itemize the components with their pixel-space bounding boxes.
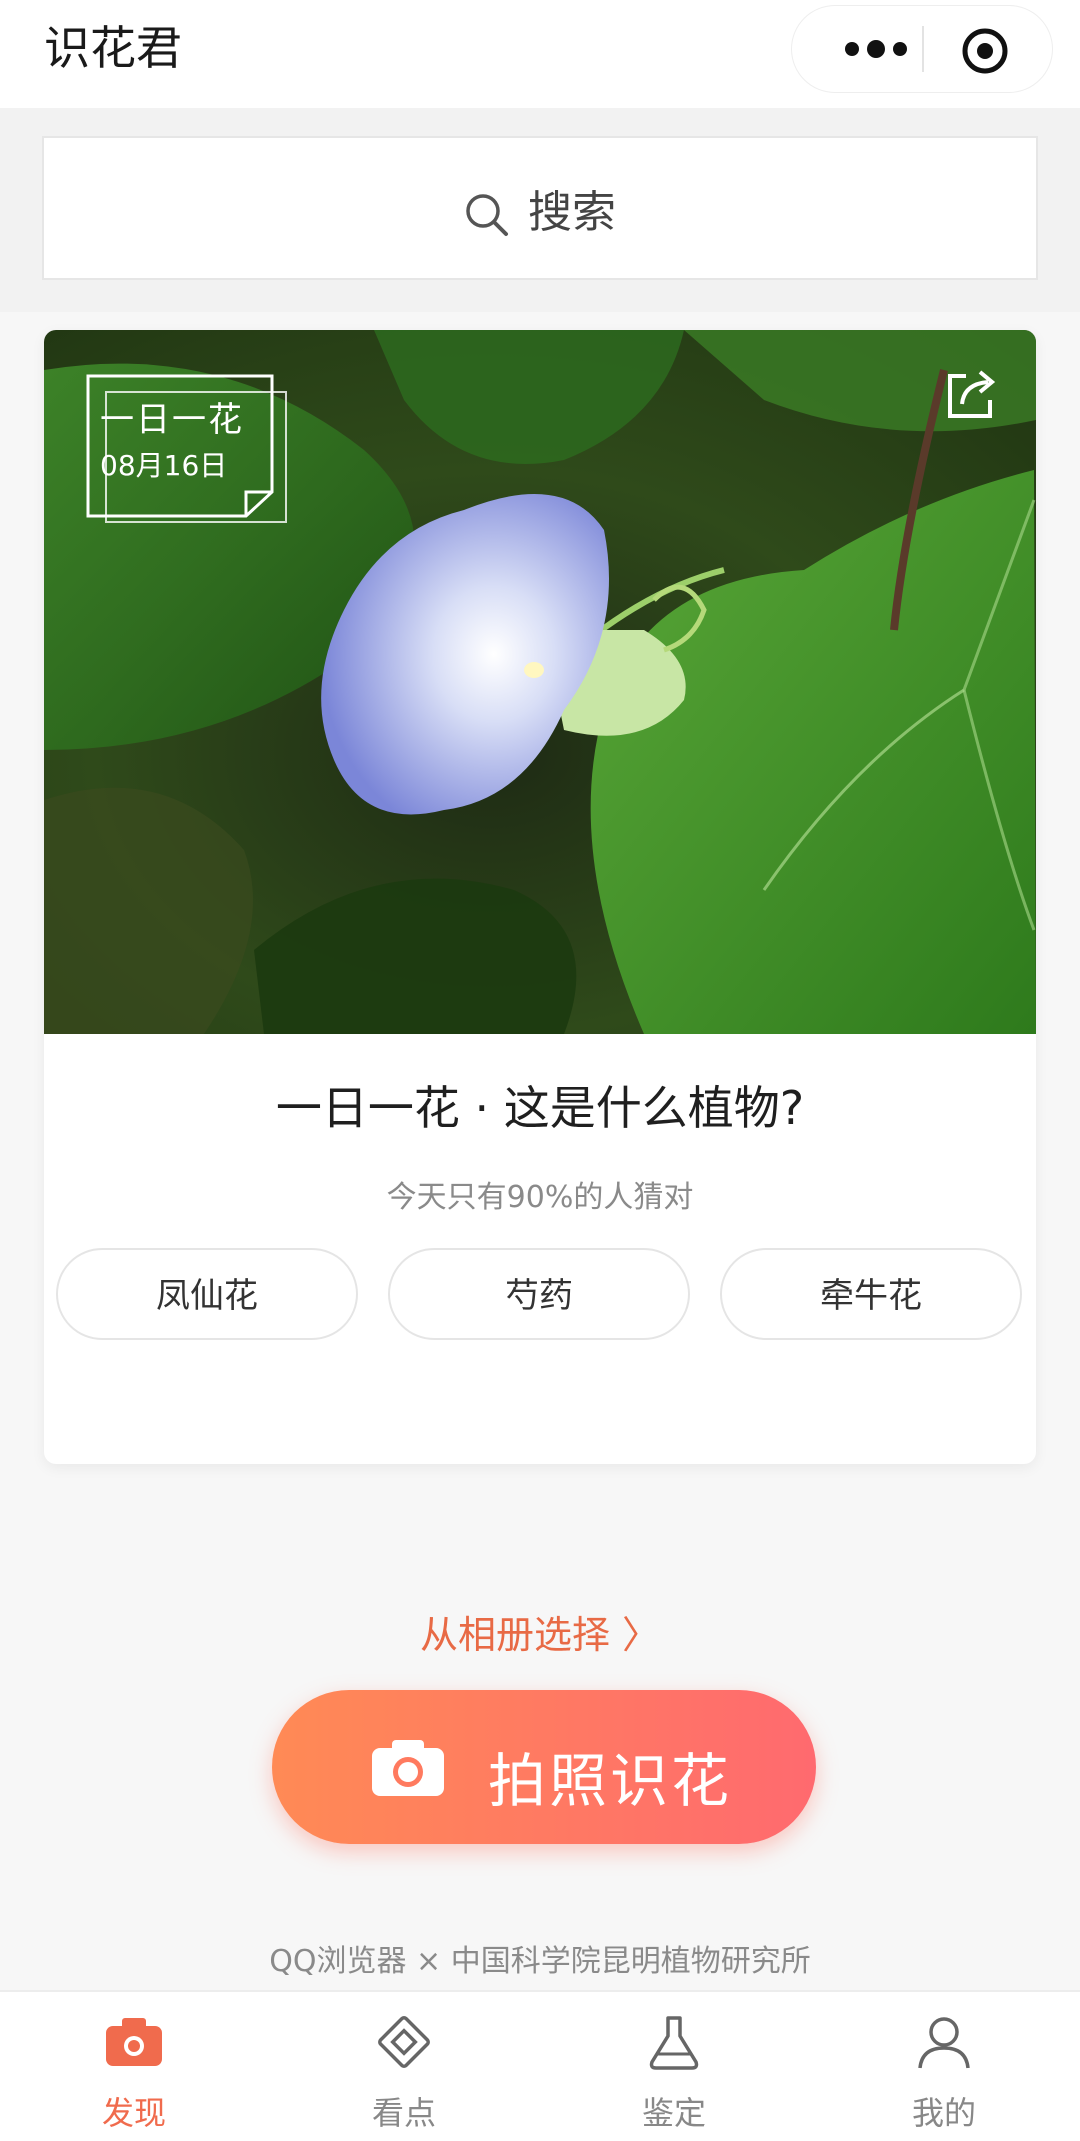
- close-target-icon[interactable]: [960, 26, 1010, 76]
- capsule-divider: [922, 26, 924, 72]
- choose-from-album-link[interactable]: 从相册选择 〉: [0, 1604, 1080, 1659]
- bottom-tab-bar: 发现 看点 鉴定 我的: [0, 1990, 1080, 2141]
- answer-options: 凤仙花 芍药 牵牛花: [56, 1248, 1024, 1346]
- tab-discover[interactable]: 发现: [54, 1992, 214, 2141]
- tab-highlights[interactable]: 看点: [324, 1992, 484, 2141]
- diamond-icon: [378, 2016, 430, 2068]
- search-placeholder: 搜索: [528, 187, 616, 238]
- tab-label: 我的: [911, 2094, 976, 2132]
- app-title: 识花君: [44, 21, 182, 75]
- tab-identify[interactable]: 鉴定: [594, 1992, 754, 2141]
- share-icon[interactable]: [944, 366, 1000, 422]
- option-button[interactable]: 芍药: [388, 1248, 690, 1340]
- hint-text: 今天只有90%的人猜对: [386, 1180, 694, 1215]
- mini-program-capsule: [792, 6, 1052, 92]
- tab-label: 看点: [371, 2094, 436, 2132]
- badge-date: 08月16日: [100, 449, 228, 482]
- option-button[interactable]: 凤仙花: [56, 1248, 358, 1340]
- camera-icon: [106, 2018, 162, 2066]
- nav-bar: 识花君: [0, 0, 1080, 108]
- camera-icon: [372, 1740, 444, 1796]
- flask-icon: [649, 2016, 699, 2070]
- search-section: 搜索: [0, 108, 1080, 312]
- take-photo-label: 拍照识花: [488, 1747, 733, 1815]
- tab-label: 鉴定: [641, 2094, 706, 2132]
- question-text: 一日一花 · 这是什么植物?: [275, 1081, 805, 1135]
- option-button[interactable]: 牵牛花: [720, 1248, 1022, 1340]
- search-icon: [466, 194, 508, 236]
- tab-label: 发现: [101, 2094, 166, 2132]
- tab-profile[interactable]: 我的: [864, 1992, 1024, 2141]
- daily-flower-card: 一日一花 08月16日 一日一花 · 这是什么植物? 今天只有90%的人猜对 凤…: [44, 330, 1036, 1464]
- search-input[interactable]: 搜索: [42, 136, 1038, 280]
- more-icon[interactable]: [830, 36, 930, 62]
- user-icon: [918, 2017, 970, 2069]
- partner-footer: QQ浏览器 × 中国科学院昆明植物研究所: [269, 1944, 811, 1979]
- badge-title: 一日一花: [100, 400, 244, 440]
- take-photo-button[interactable]: 拍照识花: [272, 1690, 816, 1844]
